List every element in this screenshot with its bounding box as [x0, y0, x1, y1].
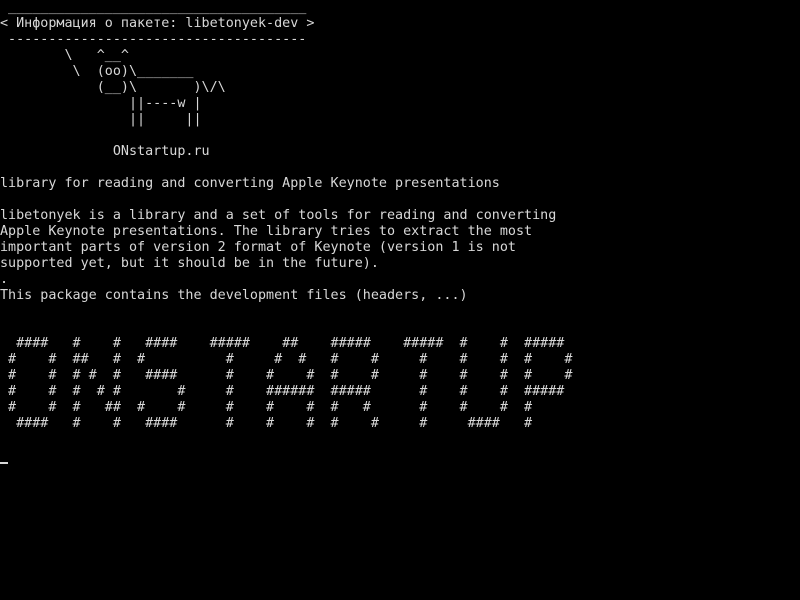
cow-ascii-line: ||----w | [0, 96, 202, 111]
ascii-banner-row: # # # # # #### # # # # # # # # # # [0, 368, 573, 383]
ascii-banner-row: #### # # #### ##### ## ##### ##### # # #… [0, 336, 565, 351]
package-description-line: libetonyek is a library and a set of too… [0, 208, 557, 223]
package-summary: library for reading and converting Apple… [0, 176, 500, 191]
package-description-line: Apple Keynote presentations. The library… [0, 224, 533, 239]
terminal-cursor [0, 462, 8, 464]
cowsay-top-border: _____________________________________ [0, 0, 307, 15]
package-description-line: important parts of version 2 format of K… [0, 240, 516, 255]
package-description-line: supported yet, but it should be in the f… [0, 256, 379, 271]
cowsay-message: < Информация о пакете: libetonyek-dev > [0, 16, 315, 31]
ascii-banner-row: # # # # # # # ###### ##### # # # ##### [0, 384, 565, 399]
package-dev-note: This package contains the development fi… [0, 288, 468, 303]
site-name: ONstartup.ru [0, 144, 210, 159]
cow-ascii-line: (__)\ )\/\ [0, 80, 226, 95]
cow-ascii-line: || || [0, 112, 202, 127]
description-separator: . [0, 272, 9, 287]
cow-ascii-line: \ (oo)\_______ [0, 64, 194, 79]
ascii-banner-row: #### # # #### # # # # # # #### # [0, 416, 533, 431]
ascii-banner-row: # # # ## # # # # # # # # # # # [0, 400, 533, 415]
cow-ascii-line: \ ^__^ [0, 48, 129, 63]
ascii-banner-row: # # ## # # # # # # # # # # # # [0, 352, 573, 367]
cowsay-bottom-border: ------------------------------------- [0, 32, 307, 47]
terminal-screen[interactable]: _____________________________________ < … [0, 0, 800, 600]
